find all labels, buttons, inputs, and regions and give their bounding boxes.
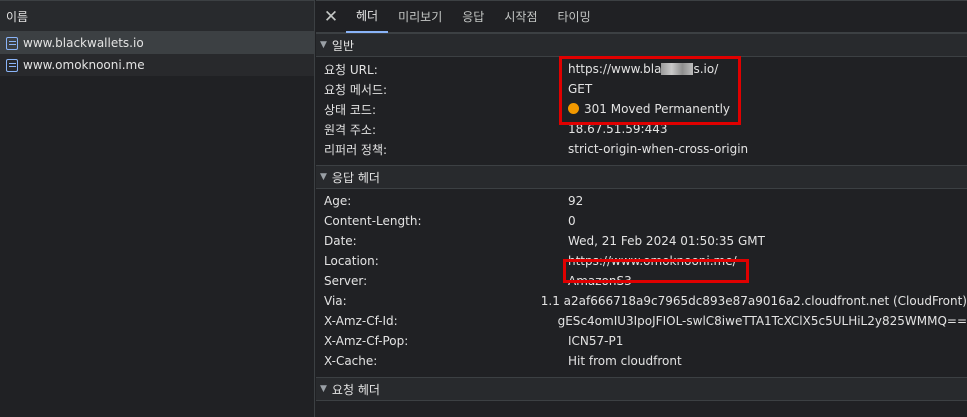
kv-row: X-Cache: Hit from cloudfront [316,351,967,371]
header-key: 상태 코드: [324,102,377,117]
request-headers-section-header[interactable]: ▼ 요청 헤더 [316,377,967,401]
details-tabbar: ✕ 헤더 미리보기 응답 시작점 타이밍 [316,0,967,33]
header-key: 원격 주소: [324,122,377,137]
name-column-header[interactable]: 이름 [0,0,314,32]
tab-preview[interactable]: 미리보기 [388,1,452,33]
header-key: 리퍼러 정책: [324,142,388,157]
header-value: 92 [568,194,584,208]
header-value: strict-origin-when-cross-origin [568,142,749,156]
response-headers-body: Age: 92 Content-Length: 0 Date: Wed, 21 Feb… [316,189,967,377]
tab-timing[interactable]: 타이밍 [547,1,600,33]
header-value: Wed, 21 Feb 2024 01:50:35 GMT [568,234,765,248]
general-section-header[interactable]: ▼ 일반 [316,33,967,57]
kv-row: Age: 92 [316,191,967,211]
collapse-triangle-icon: ▼ [320,172,327,182]
request-row[interactable]: www.blackwallets.io [0,32,314,54]
header-key: Content-Length: [324,214,422,228]
header-value: Hit from cloudfront [568,354,682,368]
header-key: X-Amz-Cf-Id: [324,314,398,328]
kv-row: 리퍼러 정책: strict-origin-when-cross-origin [316,139,967,159]
document-icon [6,36,18,50]
document-icon [6,58,18,72]
request-list-pane: 이름 www.blackwallets.io www.omoknooni.me [0,0,315,417]
header-value: 0 [568,214,576,228]
header-key: 요청 URL: [324,62,378,77]
header-key: Age: [324,194,352,208]
header-value: ICN57-P1 [568,334,624,348]
header-key: Date: [324,234,357,248]
header-key: 요청 메서드: [324,82,388,97]
kv-row: Date: Wed, 21 Feb 2024 01:50:35 GMT [316,231,967,251]
kv-row: X-Amz-Cf-Pop: ICN57-P1 [316,331,967,351]
kv-row: Content-Length: 0 [316,211,967,231]
location-highlight-box [563,259,749,283]
close-icon[interactable]: ✕ [316,1,346,33]
request-name: www.blackwallets.io [23,36,144,50]
general-highlight-box [559,56,741,125]
tab-response[interactable]: 응답 [452,1,494,33]
tab-initiator[interactable]: 시작점 [494,1,547,33]
kv-row: X-Amz-Cf-Id: gESc4omIU3IpoJFIOL-swlC8iweT… [316,311,967,331]
collapse-triangle-icon: ▼ [320,384,327,394]
response-headers-title: 응답 헤더 [331,170,380,185]
request-row[interactable]: www.omoknooni.me [0,54,314,76]
response-headers-section-header[interactable]: ▼ 응답 헤더 [316,165,967,189]
kv-row: Via: 1.1 a2af666718a9c7965dc893e87a9016a2… [316,291,967,311]
header-key: Via: [324,294,347,308]
tab-headers[interactable]: 헤더 [346,1,389,33]
request-name: www.omoknooni.me [23,58,145,72]
header-key: Location: [324,254,379,268]
header-value: 1.1 a2af666718a9c7965dc893e87a9016a2.clo… [540,294,967,308]
collapse-triangle-icon: ▼ [320,40,327,50]
name-column-label: 이름 [6,9,29,24]
header-key: X-Cache: [324,354,378,368]
general-section-title: 일반 [331,38,355,53]
header-key: X-Amz-Cf-Pop: [324,334,409,348]
header-value: gESc4omIU3IpoJFIOL-swlC8iweTTA1TcXClX5c5… [557,314,967,328]
request-headers-title: 요청 헤더 [331,382,380,397]
header-key: Server: [324,274,368,288]
